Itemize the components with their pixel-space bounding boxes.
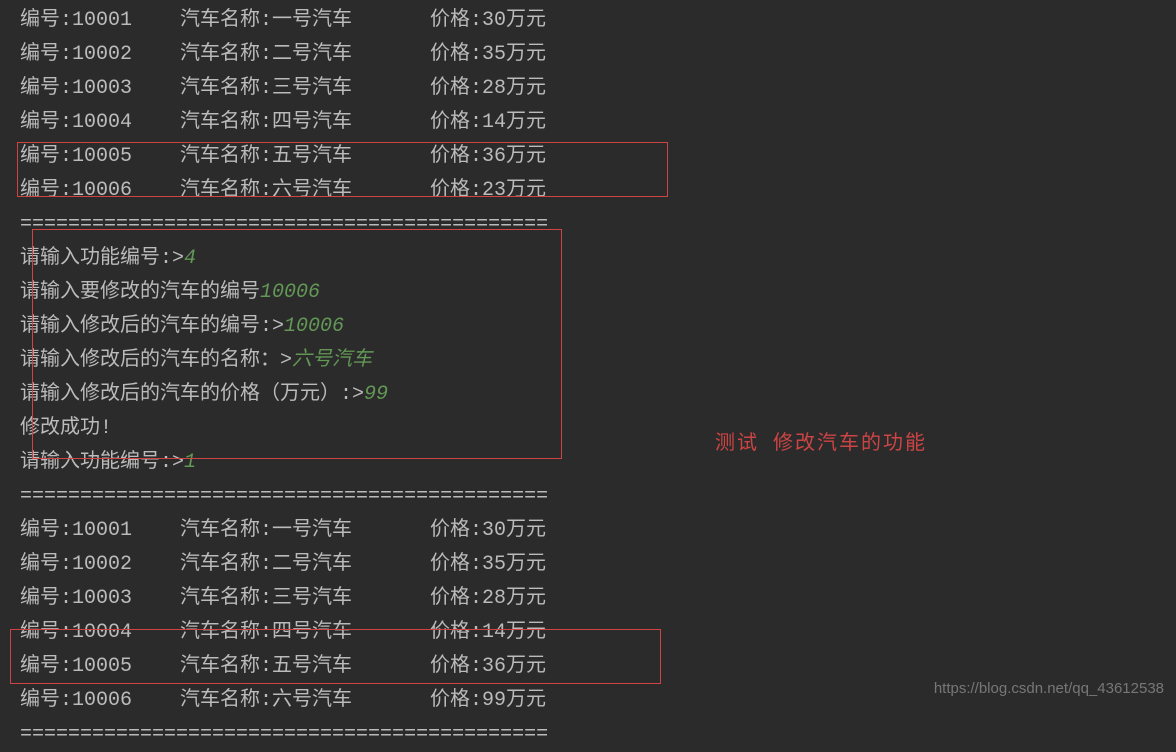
prompt-label: 请输入修改后的汽车的名称：> [20, 349, 292, 372]
car-row: 编号:10001汽车名称:一号汽车价格:30万元 [20, 4, 1156, 38]
car-id: 编号:10001 [20, 514, 180, 548]
car-name: 汽车名称:六号汽车 [180, 174, 430, 208]
user-input: 4 [184, 247, 196, 270]
car-name: 汽车名称:三号汽车 [180, 72, 430, 106]
prompt-label: 请输入要修改的汽车的编号 [20, 281, 260, 304]
prompt-new-price: 请输入修改后的汽车的价格（万元）:>99 [20, 378, 1156, 412]
car-name: 汽车名称:二号汽车 [180, 38, 430, 72]
user-input: 99 [364, 383, 388, 406]
prompt-label: 请输入功能编号:> [20, 451, 184, 474]
car-price: 价格:30万元 [430, 514, 546, 548]
car-price: 价格:23万元 [430, 174, 546, 208]
car-id: 编号:10006 [20, 684, 180, 718]
prompt-func-num-2: 请输入功能编号:>1 [20, 446, 1156, 480]
car-id: 编号:10003 [20, 72, 180, 106]
car-price: 价格:14万元 [430, 616, 546, 650]
car-id: 编号:10001 [20, 4, 180, 38]
annotation-label: 测试 修改汽车的功能 [715, 428, 927, 462]
car-id: 编号:10004 [20, 106, 180, 140]
car-price: 价格:28万元 [430, 72, 546, 106]
prompt-label: 请输入修改后的汽车的编号:> [20, 315, 284, 338]
car-row: 编号:10006汽车名称:六号汽车价格:23万元 [20, 174, 1156, 208]
prompt-edit-id: 请输入要修改的汽车的编号10006 [20, 276, 1156, 310]
user-input: 10006 [260, 281, 320, 304]
car-price: 价格:28万元 [430, 582, 546, 616]
car-row: 编号:10004汽车名称:四号汽车价格:14万元 [20, 616, 1156, 650]
prompt-label: 请输入功能编号:> [20, 247, 184, 270]
car-price: 价格:35万元 [430, 548, 546, 582]
car-id: 编号:10002 [20, 38, 180, 72]
prompt-new-name: 请输入修改后的汽车的名称：>六号汽车 [20, 344, 1156, 378]
car-id: 编号:10006 [20, 174, 180, 208]
prompt-new-id: 请输入修改后的汽车的编号:>10006 [20, 310, 1156, 344]
car-row: 编号:10003汽车名称:三号汽车价格:28万元 [20, 72, 1156, 106]
user-input: 六号汽车 [292, 349, 372, 372]
car-row: 编号:10002汽车名称:二号汽车价格:35万元 [20, 38, 1156, 72]
separator: ========================================… [20, 480, 1156, 514]
car-id: 编号:10002 [20, 548, 180, 582]
car-price: 价格:36万元 [430, 140, 546, 174]
car-name: 汽车名称:五号汽车 [180, 650, 430, 684]
car-id: 编号:10005 [20, 650, 180, 684]
car-name: 汽车名称:一号汽车 [180, 514, 430, 548]
user-input: 1 [184, 451, 196, 474]
car-name: 汽车名称:五号汽车 [180, 140, 430, 174]
car-name: 汽车名称:三号汽车 [180, 582, 430, 616]
car-row: 编号:10005汽车名称:五号汽车价格:36万元 [20, 140, 1156, 174]
car-id: 编号:10005 [20, 140, 180, 174]
car-price: 价格:35万元 [430, 38, 546, 72]
prompt-label: 修改成功! [20, 417, 112, 440]
car-name: 汽车名称:四号汽车 [180, 616, 430, 650]
user-input: 10006 [284, 315, 344, 338]
car-name: 汽车名称:四号汽车 [180, 106, 430, 140]
prompt-func-num: 请输入功能编号:>4 [20, 242, 1156, 276]
car-price: 价格:36万元 [430, 650, 546, 684]
car-price: 价格:99万元 [430, 684, 546, 718]
console-output: 编号:10001汽车名称:一号汽车价格:30万元编号:10002汽车名称:二号汽… [20, 4, 1156, 752]
car-name: 汽车名称:一号汽车 [180, 4, 430, 38]
car-row: 编号:10002汽车名称:二号汽车价格:35万元 [20, 548, 1156, 582]
success-message: 修改成功! [20, 412, 1156, 446]
separator: ========================================… [20, 718, 1156, 752]
car-price: 价格:30万元 [430, 4, 546, 38]
car-name: 汽车名称:六号汽车 [180, 684, 430, 718]
car-name: 汽车名称:二号汽车 [180, 548, 430, 582]
car-id: 编号:10004 [20, 616, 180, 650]
car-price: 价格:14万元 [430, 106, 546, 140]
watermark: https://blog.csdn.net/qq_43612538 [934, 676, 1164, 702]
car-row: 编号:10004汽车名称:四号汽车价格:14万元 [20, 106, 1156, 140]
prompt-label: 请输入修改后的汽车的价格（万元）:> [20, 383, 364, 406]
separator: ========================================… [20, 208, 1156, 242]
car-id: 编号:10003 [20, 582, 180, 616]
car-row: 编号:10003汽车名称:三号汽车价格:28万元 [20, 582, 1156, 616]
car-row: 编号:10001汽车名称:一号汽车价格:30万元 [20, 514, 1156, 548]
